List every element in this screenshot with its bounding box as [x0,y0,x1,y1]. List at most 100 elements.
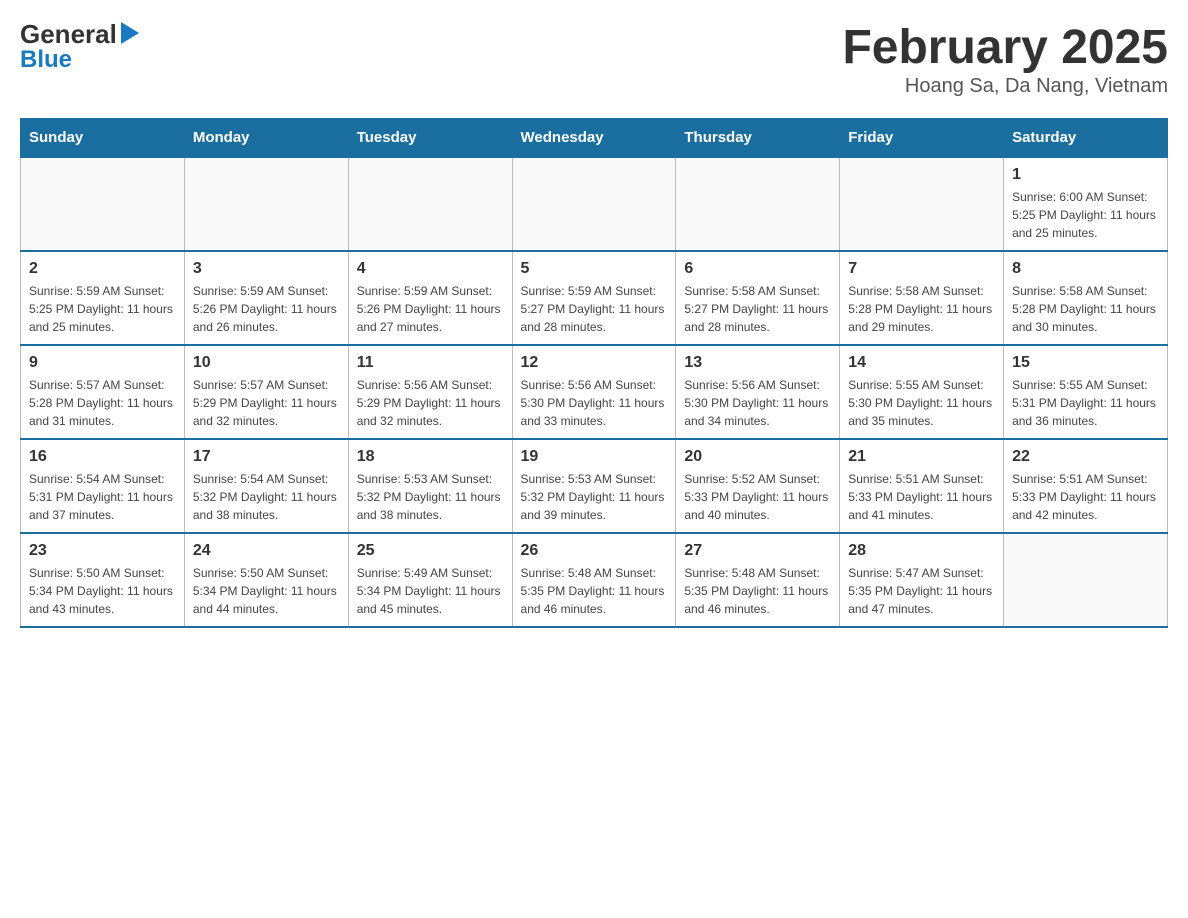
day-number: 25 [357,542,504,560]
page-subtitle: Hoang Sa, Da Nang, Vietnam [842,75,1168,98]
logo-arrow-icon [121,22,139,44]
day-number: 14 [848,354,995,372]
calendar-cell: 23 Sunrise: 5:50 AM Sunset: 5:34 PM Dayli… [21,533,185,627]
day-info: Sunrise: 5:57 AM Sunset: 5:28 PM Dayligh… [29,376,176,430]
calendar-cell: 17Sunrise: 5:54 AM Sunset: 5:32 PM Dayli… [184,439,348,533]
col-saturday: Saturday [1004,119,1168,158]
calendar-cell: 12 Sunrise: 5:56 AM Sunset: 5:30 PM Dayli… [512,345,676,439]
day-info: Sunrise: 5:48 AM Sunset: 5:35 PM Dayligh… [521,564,668,618]
col-friday: Friday [840,119,1004,158]
calendar-week-row: 9 Sunrise: 5:57 AM Sunset: 5:28 PM Daylig… [21,345,1168,439]
day-info: Sunrise: 5:54 AM Sunset: 5:31 PM Dayligh… [29,470,176,524]
calendar-cell: 18 Sunrise: 5:53 AM Sunset: 5:32 PM Dayli… [348,439,512,533]
calendar-cell: 11 Sunrise: 5:56 AM Sunset: 5:29 PM Dayli… [348,345,512,439]
calendar-cell: 14 Sunrise: 5:55 AM Sunset: 5:30 PM Dayli… [840,345,1004,439]
calendar-cell [184,157,348,251]
day-number: 27 [684,542,831,560]
day-number: 12 [521,354,668,372]
calendar-cell: 28 Sunrise: 5:47 AM Sunset: 5:35 PM Dayli… [840,533,1004,627]
day-number: 2 [29,260,176,278]
page-title: February 2025 [842,20,1168,75]
day-number: 5 [521,260,668,278]
calendar-cell [21,157,185,251]
calendar-cell: 25Sunrise: 5:49 AM Sunset: 5:34 PM Dayli… [348,533,512,627]
calendar-cell: 6 Sunrise: 5:58 AM Sunset: 5:27 PM Daylig… [676,251,840,345]
day-number: 4 [357,260,504,278]
day-info: Sunrise: 6:00 AM Sunset: 5:25 PM Dayligh… [1012,188,1159,242]
calendar-cell: 24 Sunrise: 5:50 AM Sunset: 5:34 PM Dayli… [184,533,348,627]
calendar-cell: 7 Sunrise: 5:58 AM Sunset: 5:28 PM Daylig… [840,251,1004,345]
day-number: 6 [684,260,831,278]
calendar-cell: 15 Sunrise: 5:55 AM Sunset: 5:31 PM Dayli… [1004,345,1168,439]
calendar-cell: 10 Sunrise: 5:57 AM Sunset: 5:29 PM Dayli… [184,345,348,439]
day-number: 3 [193,260,340,278]
page-header: General Blue February 2025 Hoang Sa, Da … [20,20,1168,98]
calendar-cell [840,157,1004,251]
day-info: Sunrise: 5:59 AM Sunset: 5:26 PM Dayligh… [193,282,340,336]
day-info: Sunrise: 5:56 AM Sunset: 5:30 PM Dayligh… [684,376,831,430]
day-info: Sunrise: 5:59 AM Sunset: 5:26 PM Dayligh… [357,282,504,336]
day-number: 24 [193,542,340,560]
day-number: 9 [29,354,176,372]
day-info: Sunrise: 5:54 AM Sunset: 5:32 PM Dayligh… [193,470,340,524]
title-block: February 2025 Hoang Sa, Da Nang, Vietnam [842,20,1168,98]
calendar-cell: 1 Sunrise: 6:00 AM Sunset: 5:25 PM Daylig… [1004,157,1168,251]
calendar-cell: 9 Sunrise: 5:57 AM Sunset: 5:28 PM Daylig… [21,345,185,439]
day-number: 11 [357,354,504,372]
day-number: 23 [29,542,176,560]
calendar-cell [512,157,676,251]
calendar-cell: 2 Sunrise: 5:59 AM Sunset: 5:25 PM Daylig… [21,251,185,345]
calendar-cell: 4 Sunrise: 5:59 AM Sunset: 5:26 PM Daylig… [348,251,512,345]
day-info: Sunrise: 5:51 AM Sunset: 5:33 PM Dayligh… [848,470,995,524]
day-info: Sunrise: 5:58 AM Sunset: 5:27 PM Dayligh… [684,282,831,336]
day-number: 13 [684,354,831,372]
calendar-header-row: Sunday Monday Tuesday Wednesday Thursday… [21,119,1168,158]
day-info: Sunrise: 5:55 AM Sunset: 5:31 PM Dayligh… [1012,376,1159,430]
calendar-cell: 22 Sunrise: 5:51 AM Sunset: 5:33 PM Dayli… [1004,439,1168,533]
calendar-week-row: 1 Sunrise: 6:00 AM Sunset: 5:25 PM Daylig… [21,157,1168,251]
day-number: 19 [521,448,668,466]
calendar-cell [348,157,512,251]
day-info: Sunrise: 5:56 AM Sunset: 5:29 PM Dayligh… [357,376,504,430]
day-info: Sunrise: 5:56 AM Sunset: 5:30 PM Dayligh… [521,376,668,430]
day-number: 15 [1012,354,1159,372]
col-wednesday: Wednesday [512,119,676,158]
calendar-cell: 21 Sunrise: 5:51 AM Sunset: 5:33 PM Dayli… [840,439,1004,533]
day-info: Sunrise: 5:50 AM Sunset: 5:34 PM Dayligh… [193,564,340,618]
day-info: Sunrise: 5:55 AM Sunset: 5:30 PM Dayligh… [848,376,995,430]
day-info: Sunrise: 5:51 AM Sunset: 5:33 PM Dayligh… [1012,470,1159,524]
calendar-table: Sunday Monday Tuesday Wednesday Thursday… [20,118,1168,628]
day-number: 18 [357,448,504,466]
day-number: 10 [193,354,340,372]
day-number: 1 [1012,166,1159,184]
day-info: Sunrise: 5:57 AM Sunset: 5:29 PM Dayligh… [193,376,340,430]
calendar-cell: 8 Sunrise: 5:58 AM Sunset: 5:28 PM Daylig… [1004,251,1168,345]
logo-blue-text: Blue [20,47,139,73]
day-number: 20 [684,448,831,466]
calendar-cell: 5 Sunrise: 5:59 AM Sunset: 5:27 PM Daylig… [512,251,676,345]
day-number: 28 [848,542,995,560]
col-sunday: Sunday [21,119,185,158]
day-info: Sunrise: 5:58 AM Sunset: 5:28 PM Dayligh… [1012,282,1159,336]
calendar-cell: 27 Sunrise: 5:48 AM Sunset: 5:35 PM Dayli… [676,533,840,627]
calendar-week-row: 2 Sunrise: 5:59 AM Sunset: 5:25 PM Daylig… [21,251,1168,345]
day-number: 21 [848,448,995,466]
calendar-cell: 26 Sunrise: 5:48 AM Sunset: 5:35 PM Dayli… [512,533,676,627]
day-info: Sunrise: 5:53 AM Sunset: 5:32 PM Dayligh… [357,470,504,524]
day-info: Sunrise: 5:48 AM Sunset: 5:35 PM Dayligh… [684,564,831,618]
calendar-week-row: 16Sunrise: 5:54 AM Sunset: 5:31 PM Dayli… [21,439,1168,533]
calendar-cell: 3 Sunrise: 5:59 AM Sunset: 5:26 PM Daylig… [184,251,348,345]
day-number: 26 [521,542,668,560]
col-monday: Monday [184,119,348,158]
day-number: 8 [1012,260,1159,278]
day-number: 22 [1012,448,1159,466]
day-info: Sunrise: 5:50 AM Sunset: 5:34 PM Dayligh… [29,564,176,618]
calendar-cell: 16Sunrise: 5:54 AM Sunset: 5:31 PM Dayli… [21,439,185,533]
day-info: Sunrise: 5:59 AM Sunset: 5:25 PM Dayligh… [29,282,176,336]
day-number: 7 [848,260,995,278]
day-info: Sunrise: 5:58 AM Sunset: 5:28 PM Dayligh… [848,282,995,336]
day-info: Sunrise: 5:53 AM Sunset: 5:32 PM Dayligh… [521,470,668,524]
col-thursday: Thursday [676,119,840,158]
day-info: Sunrise: 5:59 AM Sunset: 5:27 PM Dayligh… [521,282,668,336]
day-info: Sunrise: 5:47 AM Sunset: 5:35 PM Dayligh… [848,564,995,618]
